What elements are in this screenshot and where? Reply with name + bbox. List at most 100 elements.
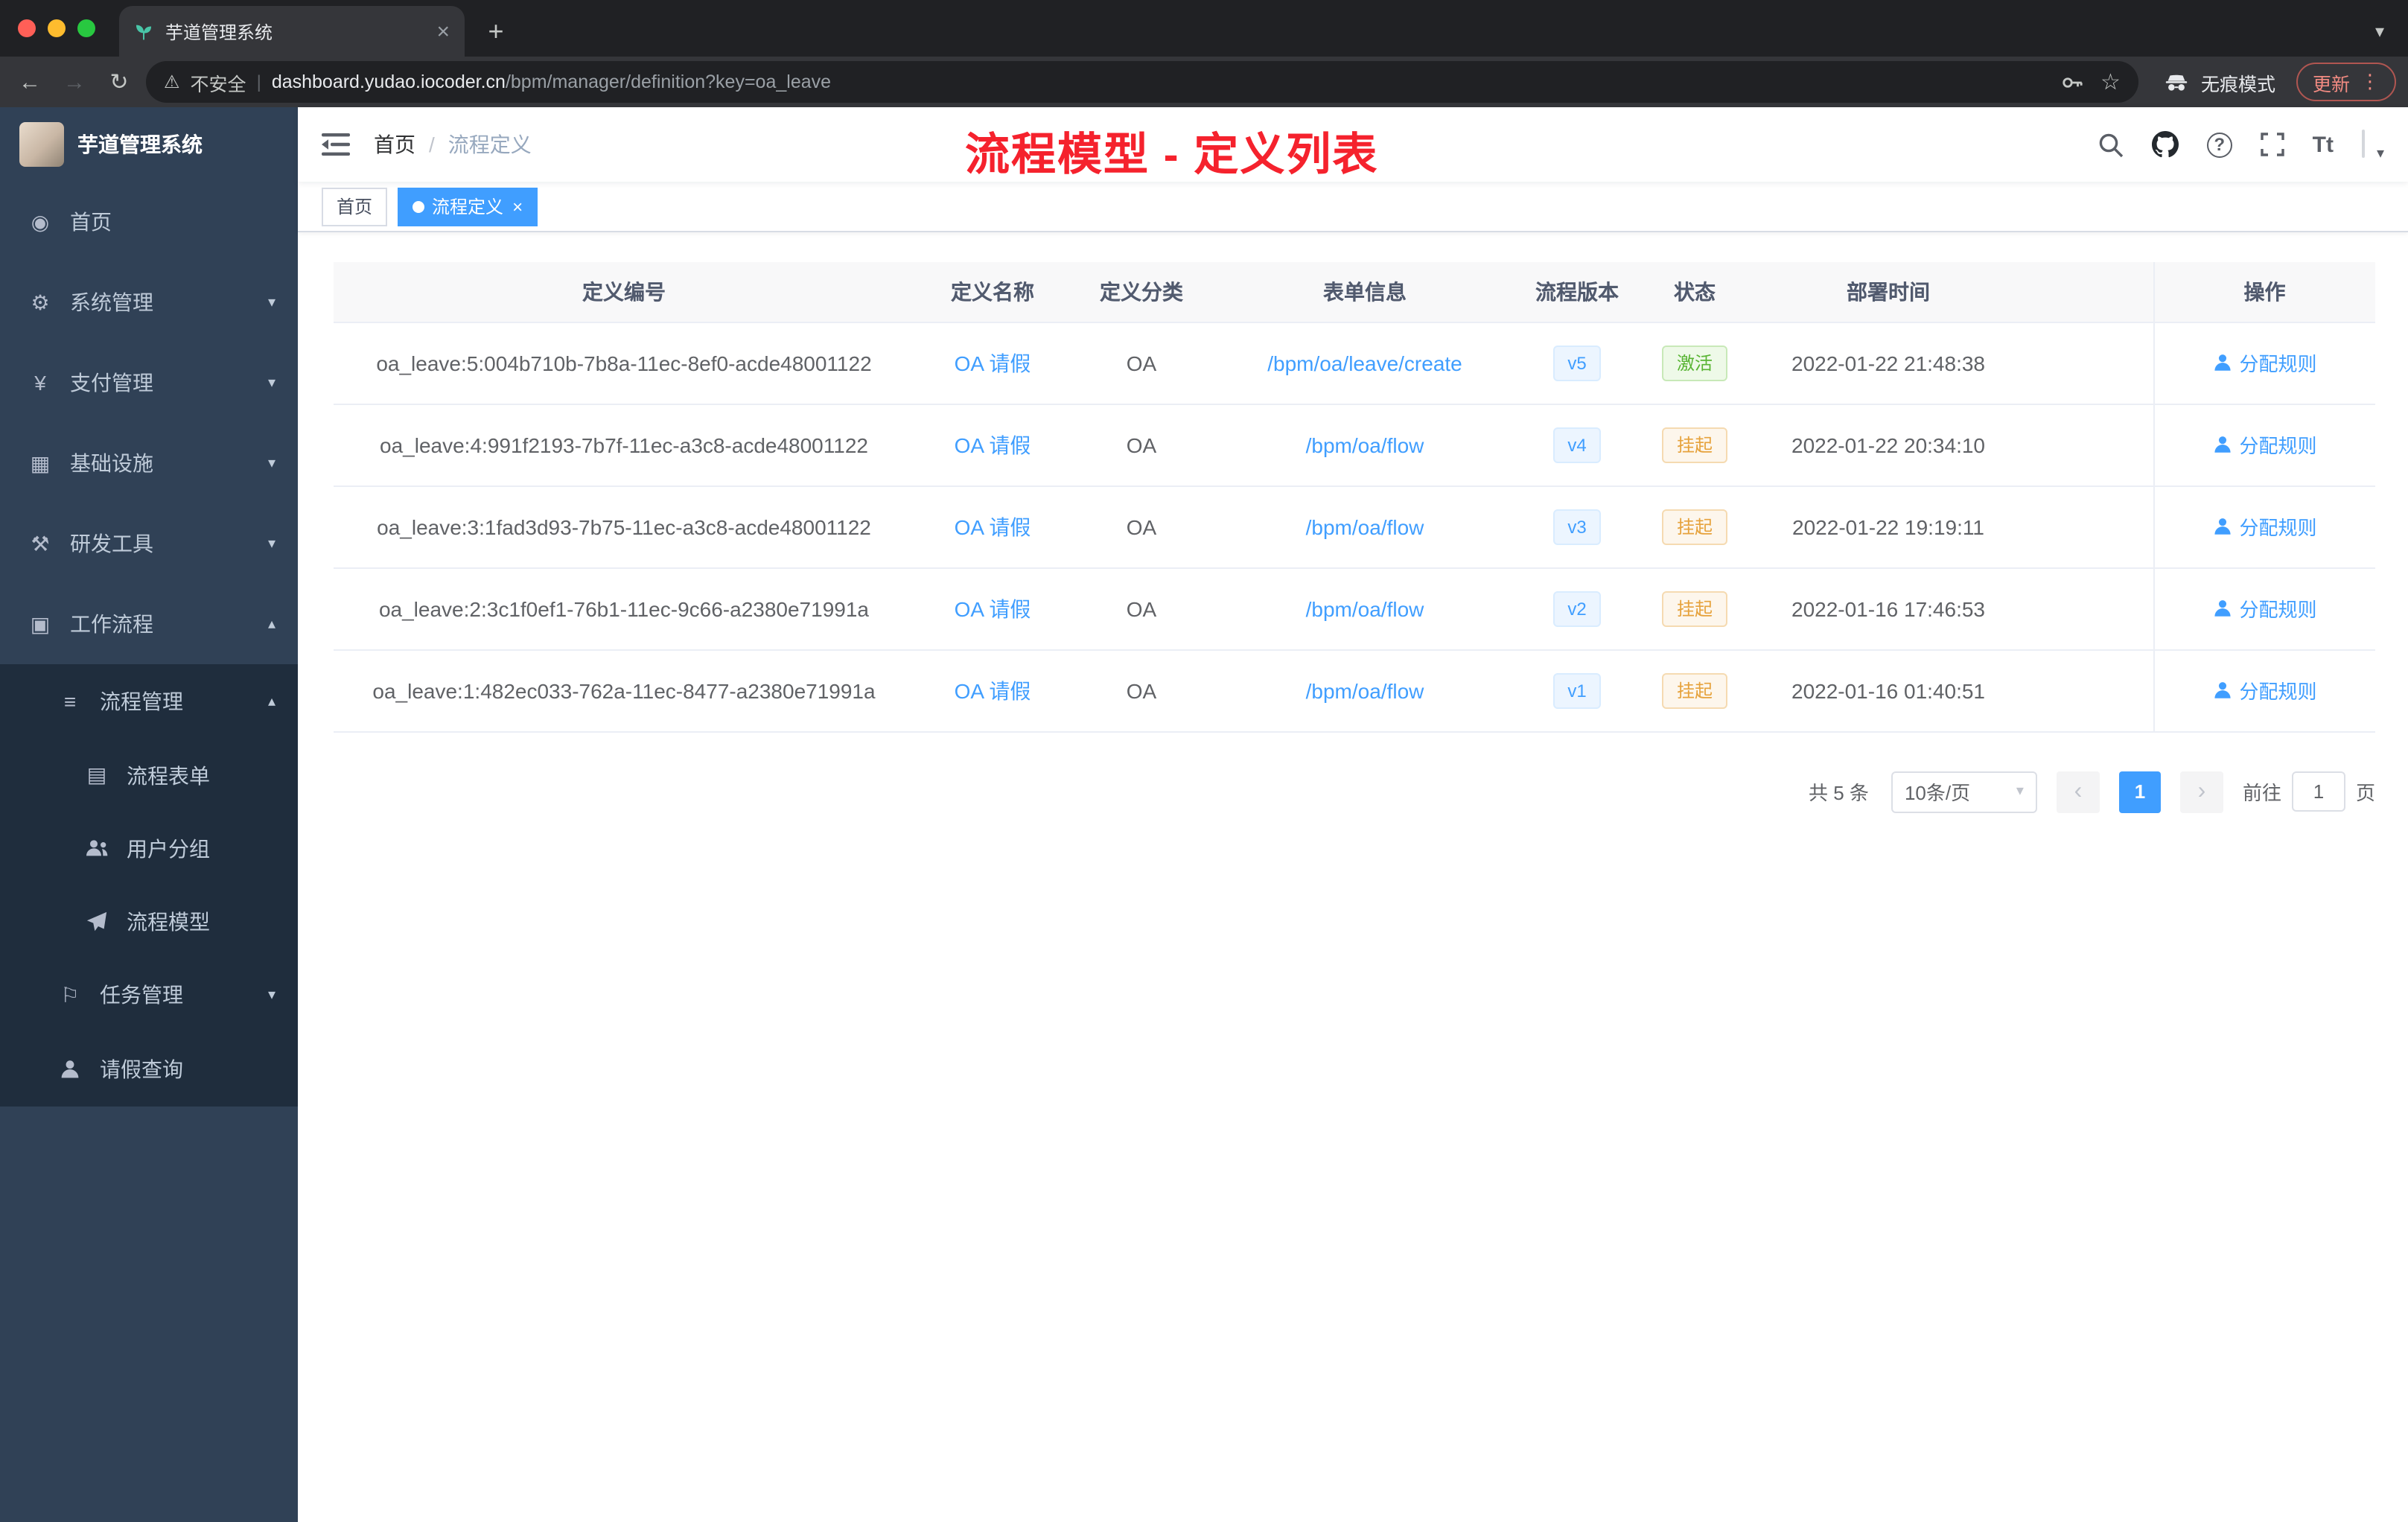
sidebar-item-label: 支付管理 <box>70 371 153 395</box>
sidebar-item-label: 流程表单 <box>127 763 210 787</box>
chevron-down-icon: ▾ <box>267 455 275 471</box>
sidebar-toggle-icon[interactable] <box>320 130 350 159</box>
browser-menu-icon[interactable]: ⋮ <box>2360 70 2380 94</box>
sidebar-item-payment[interactable]: ¥ 支付管理 ▾ <box>0 343 298 423</box>
font-size-icon[interactable]: Tt <box>2313 132 2334 157</box>
back-button[interactable]: ← <box>12 64 48 100</box>
new-tab-button[interactable]: + <box>477 12 515 51</box>
user-avatar[interactable]: ▾ <box>2362 130 2384 162</box>
assign-rule-link[interactable]: 分配规则 <box>2212 348 2317 377</box>
sidebar-item-home[interactable]: ◉ 首页 <box>0 182 298 262</box>
address-bar[interactable]: ⚠ 不安全 | dashboard.yudao.iocoder.cn/bpm/m… <box>146 61 2138 103</box>
logo-avatar <box>19 122 64 167</box>
definition-name-link[interactable]: OA 请假 <box>955 596 1031 620</box>
assign-rule-link[interactable]: 分配规则 <box>2212 430 2317 459</box>
page-content: 定义编号 定义名称 定义分类 表单信息 流程版本 状态 部署时间 操作 oa_l… <box>298 232 2408 1522</box>
form-info-link[interactable]: /bpm/oa/leave/create <box>1267 351 1462 375</box>
table-row: oa_leave:1:482ec033-762a-11ec-8477-a2380… <box>334 649 2375 732</box>
chrome-update-chip[interactable]: 更新 ⋮ <box>2296 63 2396 101</box>
minimize-window-button[interactable] <box>48 19 66 37</box>
version-badge: v3 <box>1552 509 1602 544</box>
sidebar-item-label: 研发工具 <box>70 532 153 555</box>
browser-tab-strip: 芋道管理系统 × + ▾ <box>0 0 2408 57</box>
fullscreen-icon[interactable] <box>2260 133 2284 156</box>
spacer-cell <box>2024 649 2153 732</box>
form-info-link[interactable]: /bpm/oa/flow <box>1306 433 1424 456</box>
breadcrumb-current: 流程定义 <box>447 133 532 156</box>
password-key-icon[interactable] <box>2060 71 2083 93</box>
browser-tab[interactable]: 芋道管理系统 × <box>119 6 465 57</box>
tag-home[interactable]: 首页 <box>322 187 388 226</box>
definition-name-link[interactable]: OA 请假 <box>955 515 1031 538</box>
table-row: oa_leave:2:3c1f0ef1-76b1-11ec-9c66-a2380… <box>334 567 2375 650</box>
assign-rule-link[interactable]: 分配规则 <box>2212 676 2317 704</box>
yen-icon: ¥ <box>34 371 46 395</box>
goto-page-input[interactable] <box>2291 771 2345 812</box>
close-window-button[interactable] <box>18 19 36 37</box>
omnibox-actions: ☆ <box>2060 69 2121 95</box>
assign-rule-link[interactable]: 分配规则 <box>2212 594 2317 623</box>
version-badge: v1 <box>1552 672 1602 708</box>
chevron-down-icon: ▾ <box>267 987 275 1003</box>
github-icon[interactable] <box>2151 131 2179 158</box>
bookmark-star-icon[interactable]: ☆ <box>2100 69 2121 95</box>
forward-button[interactable]: → <box>57 64 92 100</box>
sidebar-item-label: 流程管理 <box>100 690 183 713</box>
deploy-time: 2022-01-16 17:46:53 <box>1753 567 2024 650</box>
sidebar-item-workflow[interactable]: ▣ 工作流程 ▴ <box>0 584 298 664</box>
definition-category: OA <box>1071 322 1212 404</box>
sidebar-item-leave-query[interactable]: 请假查询 <box>0 1032 298 1107</box>
definition-name-link[interactable]: OA 请假 <box>955 351 1031 375</box>
sidebar-item-dev-tools[interactable]: ⚒ 研发工具 ▾ <box>0 503 298 584</box>
spacer-cell <box>2024 404 2153 486</box>
tab-search-chevron-icon[interactable]: ▾ <box>2375 21 2384 42</box>
sidebar-item-process-form[interactable]: ▤ 流程表单 <box>0 739 298 812</box>
sidebar-item-process-management[interactable]: ≡ 流程管理 ▴ <box>0 664 298 739</box>
chevron-down-icon: ▾ <box>2016 783 2024 800</box>
definition-id: oa_leave:1:482ec033-762a-11ec-8477-a2380… <box>334 649 914 732</box>
sidebar-item-user-group[interactable]: 用户分组 <box>0 812 298 885</box>
tag-close-icon[interactable]: × <box>512 197 523 215</box>
next-page-button[interactable]: › <box>2179 771 2223 812</box>
sidebar-logo[interactable]: 芋道管理系统 <box>0 107 298 182</box>
definition-name-link[interactable]: OA 请假 <box>955 433 1031 456</box>
col-status: 状态 <box>1637 262 1753 322</box>
sidebar-item-infrastructure[interactable]: ▦ 基础设施 ▾ <box>0 423 298 503</box>
tab-close-icon[interactable]: × <box>436 20 450 42</box>
tab-title: 芋道管理系统 <box>165 22 273 42</box>
form-info-link[interactable]: /bpm/oa/flow <box>1306 596 1424 620</box>
sidebar-item-label: 首页 <box>70 210 112 234</box>
assign-rule-link[interactable]: 分配规则 <box>2212 512 2317 541</box>
search-icon[interactable] <box>2098 132 2124 157</box>
sidebar-item-process-model[interactable]: 流程模型 <box>0 885 298 958</box>
breadcrumb-home[interactable]: 首页 <box>374 130 415 159</box>
definition-category: OA <box>1071 404 1212 486</box>
page-size-select[interactable]: 10条/页 ▾ <box>1891 771 2037 812</box>
definition-name-link[interactable]: OA 请假 <box>955 678 1031 702</box>
form-info-link[interactable]: /bpm/oa/flow <box>1306 515 1424 538</box>
sidebar-item-task-management[interactable]: ⚐ 任务管理 ▾ <box>0 958 298 1032</box>
form-info-link[interactable]: /bpm/oa/flow <box>1306 678 1424 702</box>
prev-page-button[interactable]: ‹ <box>2056 771 2100 812</box>
help-icon[interactable]: ? <box>2206 132 2232 157</box>
spacer-cell <box>2024 567 2153 650</box>
maximize-window-button[interactable] <box>77 19 95 37</box>
reload-button[interactable]: ↻ <box>101 64 137 100</box>
chevron-up-icon: ▴ <box>267 616 275 632</box>
tag-process-definition[interactable]: 流程定义 × <box>398 187 538 226</box>
sidebar-item-label: 工作流程 <box>70 612 153 636</box>
goto-label: 前往 <box>2242 782 2281 804</box>
status-badge: 挂起 <box>1661 509 1727 544</box>
update-label: 更新 <box>2312 74 2350 95</box>
top-navbar: 首页 / 流程定义 流程模型 - 定义列表 ? Tt ▾ <box>298 107 2408 182</box>
page-number-current[interactable]: 1 <box>2118 771 2161 812</box>
sidebar-item-system[interactable]: ⚙ 系统管理 ▾ <box>0 262 298 343</box>
avatar-caret-icon: ▾ <box>2376 146 2384 162</box>
deploy-time: 2022-01-22 19:19:11 <box>1753 485 2024 568</box>
spacer-cell <box>2024 322 2153 404</box>
list-icon: ≡ <box>63 690 77 713</box>
chevron-down-icon: ▾ <box>267 375 275 391</box>
spacer-cell <box>2024 485 2153 568</box>
security-label[interactable]: 不安全 <box>191 68 246 96</box>
sidebar-item-label: 请假查询 <box>100 1057 183 1081</box>
